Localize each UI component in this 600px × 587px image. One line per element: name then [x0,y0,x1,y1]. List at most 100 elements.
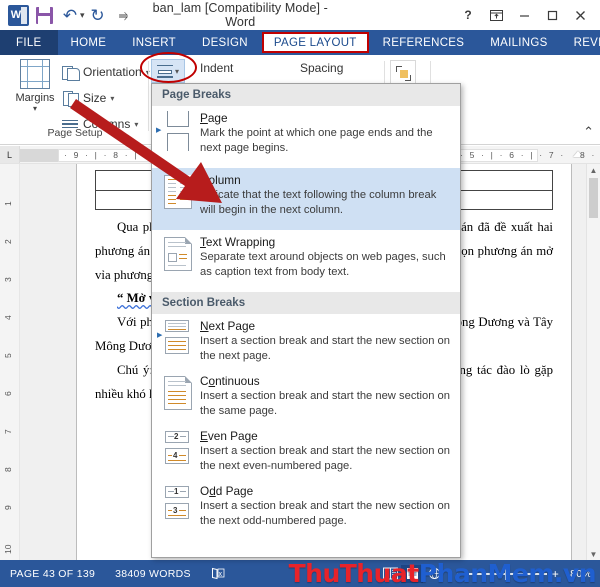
tab-insert-label: INSERT [132,36,176,49]
menu-item-continuous-desc: Insert a section break and start the new… [200,390,450,417]
vruler-mark-3: 3 [3,277,13,282]
page-gutter-left [20,164,76,560]
margins-label: Margins [15,92,55,104]
orientation-label: Orientation [83,65,142,79]
orientation-icon [62,64,80,81]
menu-item-column-title-rest: olumn [208,173,241,187]
window-title: ban_lam [Compatibility Mode] - Word [152,1,328,29]
submenu-arrow-icon: ▶ [156,127,162,134]
close-icon[interactable] [566,3,594,27]
zoom-track[interactable] [468,567,547,580]
vruler-mark-8: 8 [3,467,13,472]
breaks-dropdown-menu[interactable]: Page Breaks ▶ Page Mark the point at whi… [151,83,461,558]
breaks-icon [156,64,173,79]
breaks-caret-icon: ▾ [174,66,179,76]
minimize-icon[interactable] [510,3,538,27]
status-bar: PAGE 43 OF 139 38409 WORDS x − + 80% [0,560,600,587]
menu-item-page-accel: P [200,111,208,125]
proofing-errors-icon[interactable]: x [201,567,235,580]
column-break-icon [158,173,198,213]
scrollbar-thumb[interactable] [589,178,598,218]
word-logo-icon: W [5,2,31,28]
ruler-right-marks-tail: 8 · | [580,149,600,160]
maximize-icon[interactable] [538,3,566,27]
status-word-count[interactable]: 38409 WORDS [105,568,201,580]
menu-item-odd-page-title: Odd Page [200,484,452,498]
customize-qat-icon[interactable]: ⥤ [111,2,137,28]
submenu-arrow-icon: ▶ [157,332,163,339]
menu-item-page-title-rest: age [207,111,228,125]
menu-item-odd-page-desc: Insert a section break and start the new… [200,500,450,527]
vruler-mark-6: 6 [3,391,13,396]
tab-design-label: DESIGN [201,36,248,49]
ribbon-display-options-icon[interactable] [482,3,510,27]
tab-insert[interactable]: INSERT [119,30,189,55]
read-mode-button[interactable] [379,565,401,583]
menu-item-text-wrapping[interactable]: Text Wrapping Separate text around objec… [152,230,460,292]
text-wrapping-break-icon [158,235,198,275]
vruler-mark-4: 4 [3,315,13,320]
page-break-icon: ▶ [156,111,198,151]
zoom-slider[interactable]: − + [445,567,570,580]
zoom-level[interactable]: 80% [570,568,600,580]
next-page-section-icon: ▶ [157,319,198,359]
word-logo-letter: W [10,8,22,21]
margins-button[interactable]: Margins ▾ [6,59,64,113]
menu-item-continuous[interactable]: Continuous Insert a section break and st… [152,369,460,424]
collapse-ribbon-icon[interactable]: ⌃ [583,124,594,140]
menu-item-continuous-title: Continuous [200,374,452,388]
menu-section-header-page-breaks: Page Breaks [152,84,460,106]
print-layout-button[interactable] [401,564,424,583]
menu-item-text-wrapping-title-rest: ext Wrapping [205,235,276,249]
tab-page-layout-label: PAGE LAYOUT [273,36,357,49]
status-page-indicator[interactable]: PAGE 43 OF 139 [0,568,105,580]
indent-label: Indent [200,61,234,75]
size-button[interactable]: Size ▾ [62,87,114,109]
vruler-mark-1: 1 [3,201,13,206]
menu-item-column[interactable]: Column Indicate that the text following … [152,168,460,230]
tab-page-layout[interactable]: PAGE LAYOUT [261,30,370,55]
save-icon[interactable] [31,2,57,28]
scroll-up-arrow-icon[interactable]: ▲ [587,164,600,176]
odd-page-badge-top: 1 [174,487,179,496]
menu-item-next-page-title: Next Page [200,319,452,333]
menu-item-page[interactable]: ▶ Page Mark the point at which one page … [152,106,460,168]
tab-home[interactable]: HOME [58,30,120,55]
menu-item-even-page-desc: Insert a section break and start the new… [200,445,450,472]
tab-references[interactable]: REFERENCES [370,30,478,55]
redo-glyph: ↻ [90,5,105,25]
customize-qat-glyph: ⥤ [118,7,129,22]
menu-item-text-wrapping-desc: Separate text around objects on web page… [200,251,446,278]
menu-item-even-page[interactable]: 2 4 Even Page Insert a section break and… [152,424,460,479]
menu-item-next-page-accel: N [200,319,209,333]
vruler-mark-5: 5 [3,353,13,358]
web-layout-button[interactable] [423,565,445,583]
orientation-button[interactable]: Orientation ▾ [62,61,150,83]
menu-item-odd-page[interactable]: 1 3 Odd Page Insert a section break and … [152,479,460,534]
zoom-out-button[interactable]: − [451,568,468,580]
tab-design[interactable]: DESIGN [189,30,261,55]
menu-item-continuous-pre: C [200,374,209,388]
tab-stop-selector[interactable]: L [0,146,20,163]
vertical-ruler[interactable]: 1 2 3 4 5 6 7 8 9 10 11 12 [0,164,20,560]
breaks-button[interactable]: ▾ [151,59,185,83]
zoom-in-button[interactable]: + [547,568,564,580]
tab-home-label: HOME [70,36,107,49]
menu-item-page-title: Page [200,111,452,125]
tab-mailings[interactable]: MAILINGS [477,30,560,55]
redo-icon[interactable]: ↻ [85,2,111,28]
vertical-scrollbar[interactable]: ▲ ▼ [586,164,600,560]
scroll-down-arrow-icon[interactable]: ▼ [587,548,600,560]
menu-item-even-page-title-rest: ven Page [207,429,258,443]
tab-file[interactable]: FILE [0,30,58,55]
tab-review[interactable]: REVI [561,30,600,55]
ribbon-tabs: FILE HOME INSERT DESIGN PAGE LAYOUT REFE… [0,30,600,55]
menu-item-next-page[interactable]: ▶ Next Page Insert a section break and s… [152,314,460,369]
menu-section-header-section-breaks: Section Breaks [152,292,460,314]
help-icon[interactable]: ? [454,3,482,27]
zoom-knob[interactable] [504,567,509,580]
menu-item-column-accel: C [200,173,209,187]
ruler-left-margin-zone [20,148,58,162]
margins-icon [20,59,50,89]
word-window: W ↶ ▾ ↻ ⥤ ban_lam [Compatibility Mode] -… [0,0,600,587]
